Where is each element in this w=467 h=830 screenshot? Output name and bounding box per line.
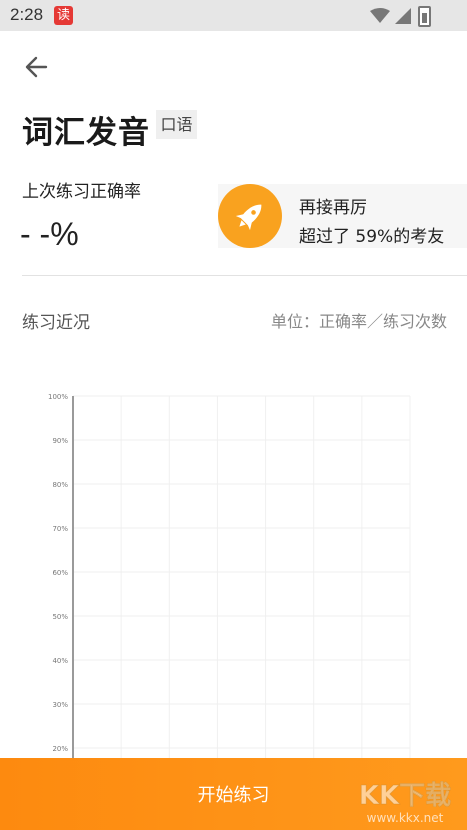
y-tick-label: 60% (52, 569, 68, 577)
watermark-logo: KK下载 www.kkx.net (358, 781, 451, 825)
y-tick-label: 100% (48, 393, 68, 401)
practice-chart-svg: 100% 90% 80% 70% 60% 50% 40% 30% 20% (48, 393, 411, 760)
divider (22, 275, 467, 276)
svg-text:KK下载: KK下载 (359, 781, 451, 811)
svg-text:www.kkx.net: www.kkx.net (367, 811, 444, 825)
y-tick-label: 50% (52, 613, 68, 621)
unit-label: 单位：正确率／练习次数 (270, 312, 447, 331)
status-time: 2:28 (10, 5, 44, 24)
y-tick-label: 40% (52, 657, 68, 665)
y-tick-label: 80% (52, 481, 68, 489)
app-notification-icon: 读 (54, 6, 73, 25)
rocket-badge (218, 184, 282, 248)
rocket-icon (235, 204, 262, 231)
last-accuracy-value: - -% (20, 216, 79, 252)
y-tick-label: 70% (52, 525, 68, 533)
y-tick-label: 20% (52, 745, 68, 753)
signal-icon (395, 8, 411, 24)
page-title: 词汇发音 (22, 115, 150, 151)
status-bar: 2:28 读 (0, 0, 467, 31)
percentile-text: 超过了 59%的考友 (299, 227, 445, 247)
back-arrow-icon[interactable] (22, 52, 52, 82)
encourage-text: 再接再厉 (299, 198, 367, 218)
y-tick-label: 90% (52, 437, 68, 445)
recent-practice-label: 练习近况 (22, 313, 90, 333)
last-accuracy-label: 上次练习正确率 (22, 182, 141, 202)
battery-icon (418, 6, 431, 27)
wifi-icon (370, 8, 390, 23)
practice-chart: 100% 90% 80% 70% 60% 50% 40% 30% 20% (0, 380, 467, 760)
category-tag: 口语 (156, 110, 197, 139)
y-tick-label: 30% (52, 701, 68, 709)
